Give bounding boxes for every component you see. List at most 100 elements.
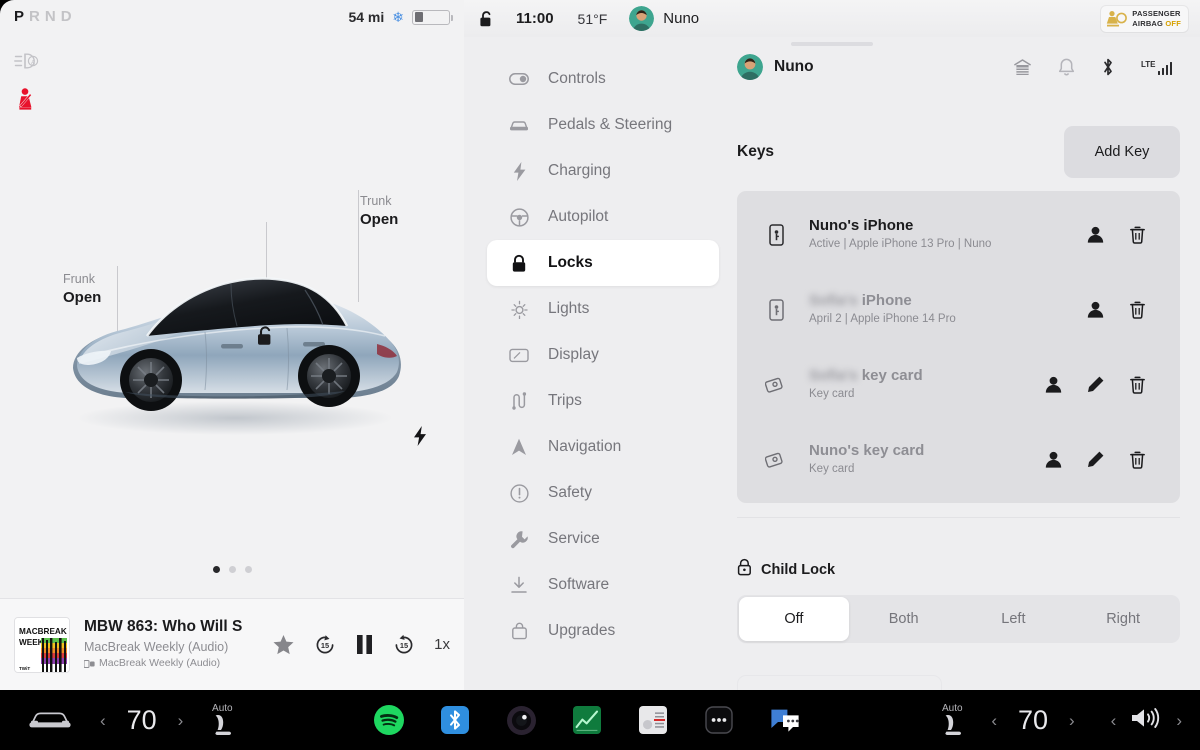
unlock-icon[interactable] bbox=[255, 325, 275, 352]
locks-content: Nuno LTE Keys Add Key Nuno's iPhone Acti… bbox=[737, 50, 1180, 690]
bolt-icon bbox=[509, 161, 529, 181]
sidebar-item-navigation[interactable]: Navigation bbox=[487, 424, 719, 470]
sidebar-label: Navigation bbox=[548, 438, 622, 455]
sun-icon bbox=[509, 299, 529, 319]
snowflake-icon: ❄ bbox=[392, 9, 404, 25]
trash-icon[interactable] bbox=[1116, 450, 1158, 469]
forward-15-icon[interactable]: 15 bbox=[393, 634, 415, 656]
pencil-icon[interactable] bbox=[1074, 450, 1116, 469]
page-dot-1[interactable] bbox=[212, 566, 220, 573]
page-indicator[interactable] bbox=[0, 566, 464, 573]
pause-icon[interactable] bbox=[355, 634, 374, 655]
star-icon[interactable] bbox=[272, 634, 295, 656]
media-controls: 15 15 1x bbox=[272, 634, 450, 656]
passenger-temperature[interactable]: 70 bbox=[1009, 705, 1057, 736]
album-art[interactable]: MACBREAK WEEKLY TWiT bbox=[14, 616, 70, 673]
spotify-app-icon[interactable] bbox=[374, 705, 405, 735]
driver-name[interactable]: Nuno bbox=[663, 10, 699, 27]
chevron-left-icon[interactable]: ‹ bbox=[991, 712, 997, 729]
passenger-airbag-indicator: PASSENGER AIRBAG OFF bbox=[1101, 5, 1188, 32]
outside-temperature: 51°F bbox=[577, 10, 608, 27]
gear-d: D bbox=[60, 8, 77, 25]
gear-r: R bbox=[29, 8, 45, 25]
trash-icon[interactable] bbox=[1116, 300, 1158, 319]
chevron-left-icon[interactable]: ‹ bbox=[100, 712, 106, 729]
range-cluster: 54 mi ❄ bbox=[348, 9, 453, 25]
bluetooth-app-icon[interactable] bbox=[440, 705, 470, 735]
page-dot-2[interactable] bbox=[228, 566, 236, 573]
row-actions bbox=[1074, 300, 1158, 319]
key-detail: April 2 | Apple iPhone 14 Pro bbox=[809, 313, 956, 326]
chevron-right-icon[interactable]: › bbox=[1176, 712, 1182, 729]
sidebar-item-service[interactable]: Service bbox=[487, 516, 719, 562]
person-icon[interactable] bbox=[1074, 225, 1116, 244]
volume-icon[interactable] bbox=[1129, 706, 1163, 735]
bell-icon[interactable] bbox=[1058, 58, 1075, 77]
sidebar-item-trips[interactable]: Trips bbox=[487, 378, 719, 424]
passenger-seat-heater[interactable]: Auto bbox=[939, 703, 965, 737]
sidebar-item-controls[interactable]: Controls bbox=[487, 56, 719, 102]
avatar[interactable] bbox=[737, 54, 763, 80]
child-lock-header: Child Lock bbox=[737, 558, 1180, 581]
sidebar-item-software[interactable]: Software bbox=[487, 562, 719, 608]
pencil-icon[interactable] bbox=[1074, 375, 1116, 394]
bottom-taskbar: ‹ 70 › Auto Auto ‹ 70 › ‹ › bbox=[0, 690, 1200, 750]
trash-icon[interactable] bbox=[1116, 225, 1158, 244]
messages-app-icon[interactable] bbox=[770, 705, 800, 735]
stocks-app-icon[interactable] bbox=[572, 705, 602, 735]
table-row[interactable]: Nuno's key card Key card bbox=[737, 422, 1180, 497]
sidebar-label: Locks bbox=[548, 254, 593, 271]
child-lock-option-off[interactable]: Off bbox=[739, 597, 849, 641]
chevron-right-icon[interactable]: › bbox=[178, 712, 184, 729]
garage-icon[interactable] bbox=[1013, 58, 1032, 77]
trash-icon[interactable] bbox=[1116, 375, 1158, 394]
person-icon[interactable] bbox=[1032, 375, 1074, 394]
clock: 11:00 bbox=[516, 10, 554, 27]
add-key-button[interactable]: Add Key bbox=[1064, 126, 1180, 178]
driver-seat-heater[interactable]: Auto bbox=[209, 703, 235, 737]
page-dot-3[interactable] bbox=[244, 566, 252, 573]
lte-signal-icon[interactable]: LTE bbox=[1141, 60, 1172, 75]
driver-temperature[interactable]: 70 bbox=[118, 705, 166, 736]
next-section-card-partial[interactable]: Windows Lock bbox=[737, 675, 942, 690]
radio-app-icon[interactable] bbox=[638, 705, 668, 735]
callout-trunk-value: Open bbox=[360, 210, 399, 228]
rewind-15-icon[interactable]: 15 bbox=[314, 634, 336, 656]
settings-panel: 11:00 51°F Nuno PASSENGER AIRBAG OFF Con… bbox=[464, 0, 1200, 690]
airbag-figure-icon bbox=[1107, 10, 1128, 26]
person-icon[interactable] bbox=[1032, 450, 1074, 469]
chevron-left-icon[interactable]: ‹ bbox=[1111, 712, 1117, 729]
avatar[interactable] bbox=[629, 6, 655, 31]
child-lock-option-left[interactable]: Left bbox=[959, 597, 1069, 641]
panel-drag-handle[interactable] bbox=[791, 42, 873, 46]
bluetooth-icon[interactable] bbox=[1101, 57, 1115, 77]
table-row[interactable]: Sofia's key card Key card bbox=[737, 347, 1180, 422]
sidebar-item-charging[interactable]: Charging bbox=[487, 148, 719, 194]
child-lock-option-both[interactable]: Both bbox=[849, 597, 959, 641]
child-lock-option-right[interactable]: Right bbox=[1068, 597, 1178, 641]
toggle-icon bbox=[509, 69, 529, 89]
driver-climate-control: ‹ 70 › bbox=[100, 705, 183, 736]
gear-p: P bbox=[14, 8, 30, 25]
child-lock-icon bbox=[737, 558, 752, 581]
dashcam-app-icon[interactable] bbox=[506, 705, 536, 735]
table-row[interactable]: Sofia's iPhone April 2 | Apple iPhone 14… bbox=[737, 272, 1180, 347]
playback-speed[interactable]: 1x bbox=[434, 636, 450, 653]
person-icon[interactable] bbox=[1074, 300, 1116, 319]
key-detail: Active | Apple iPhone 13 Pro | Nuno bbox=[809, 238, 992, 251]
sidebar-item-display[interactable]: Display bbox=[487, 332, 719, 378]
sidebar-item-autopilot[interactable]: Autopilot bbox=[487, 194, 719, 240]
sidebar-item-upgrades[interactable]: Upgrades bbox=[487, 608, 719, 654]
unlock-icon[interactable] bbox=[478, 10, 494, 28]
sidebar-item-pedals-steering[interactable]: Pedals & Steering bbox=[487, 102, 719, 148]
sidebar-label: Upgrades bbox=[548, 622, 616, 639]
chevron-right-icon[interactable]: › bbox=[1069, 712, 1075, 729]
app-launcher bbox=[374, 705, 800, 735]
car-front-icon[interactable] bbox=[0, 709, 100, 731]
sidebar-item-lights[interactable]: Lights bbox=[487, 286, 719, 332]
key-card-icon bbox=[765, 451, 787, 468]
sidebar-item-safety[interactable]: Safety bbox=[487, 470, 719, 516]
table-row[interactable]: Nuno's iPhone Active | Apple iPhone 13 P… bbox=[737, 197, 1180, 272]
more-app-icon[interactable] bbox=[704, 705, 734, 735]
sidebar-item-locks[interactable]: Locks bbox=[487, 240, 719, 286]
